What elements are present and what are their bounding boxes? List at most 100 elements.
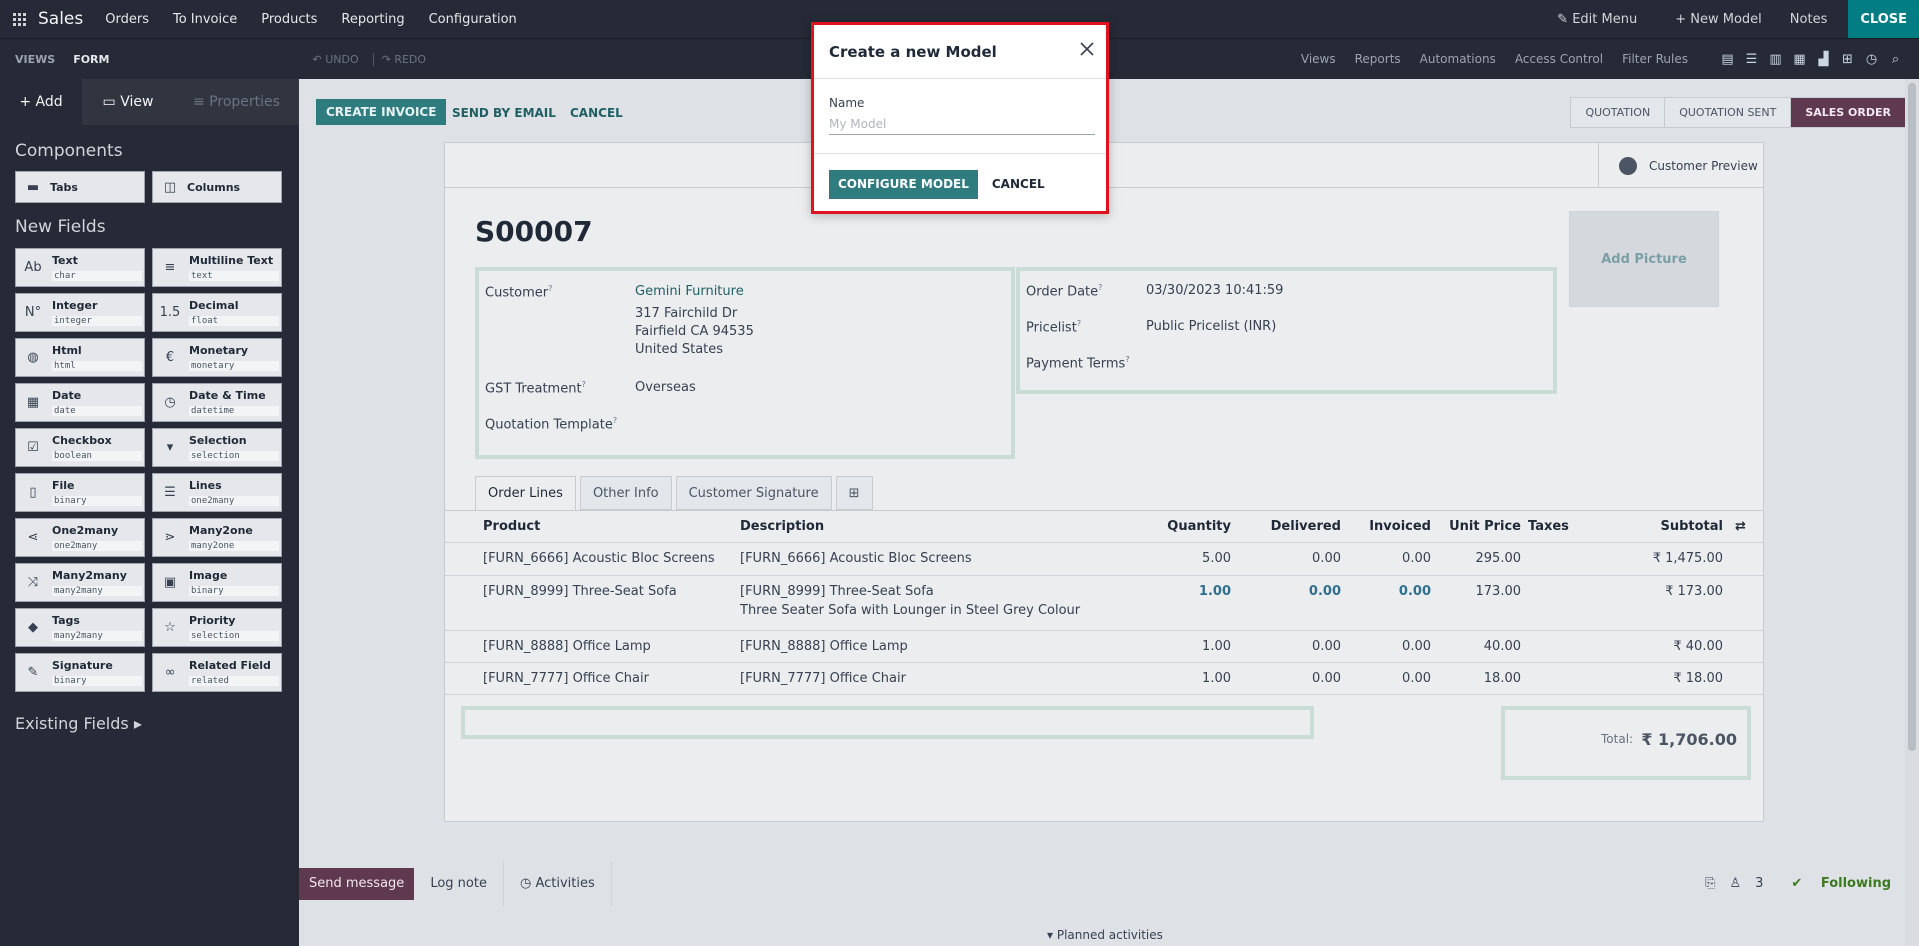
field-tags[interactable]: ◆ Tags many2many — [15, 608, 145, 647]
field-date[interactable]: ▦ Date date — [15, 383, 145, 422]
order-date-field[interactable]: Order Date? — [1026, 283, 1102, 299]
tab-order-lines[interactable]: Order Lines — [475, 476, 576, 510]
add-picture-button[interactable]: Add Picture — [1569, 211, 1719, 307]
line-invoiced[interactable]: 0.00 — [1345, 551, 1431, 566]
line-product[interactable]: [FURN_8999] Three-Seat Sofa — [483, 584, 677, 599]
column-settings-icon[interactable]: ⇄ — [1735, 519, 1746, 534]
col-description[interactable]: Description — [740, 519, 824, 534]
send-by-email-button[interactable]: SEND BY EMAIL — [452, 106, 556, 120]
customer-preview-button[interactable]: Customer Preview — [1598, 143, 1763, 188]
configure-model-button[interactable]: CONFIGURE MODEL — [829, 169, 978, 199]
sidebar-tab-view[interactable]: ▭ View — [82, 79, 174, 125]
tab-views[interactable]: VIEWS — [15, 53, 55, 66]
table-row[interactable]: [FURN_7777] Office Chair [FURN_7777] Offi… — [445, 663, 1763, 695]
field-date-time[interactable]: ◷ Date & Time datetime — [152, 383, 282, 422]
status-sales-order[interactable]: SALES ORDER — [1791, 98, 1905, 127]
model-name-input[interactable] — [829, 114, 1095, 135]
field-integer[interactable]: N° Integer integer — [15, 293, 145, 332]
line-product[interactable]: [FURN_6666] Acoustic Bloc Screens — [483, 551, 715, 566]
following-button[interactable]: ✔ Following — [1791, 876, 1905, 891]
new-model-button[interactable]: + New Model — [1675, 12, 1762, 27]
col-delivered[interactable]: Delivered — [1245, 519, 1341, 534]
sidebar-tab-properties[interactable]: ≡ Properties — [174, 79, 299, 125]
line-product[interactable]: [FURN_8888] Office Lamp — [483, 639, 651, 654]
field-monetary[interactable]: € Monetary monetary — [152, 338, 282, 377]
field-selection[interactable]: ▾ Selection selection — [152, 428, 282, 467]
line-description[interactable]: [FURN_6666] Acoustic Bloc Screens — [740, 551, 972, 566]
line-description-detail[interactable]: Three Seater Sofa with Lounger in Steel … — [740, 603, 1080, 618]
order-date-value[interactable]: 03/30/2023 10:41:59 — [1146, 283, 1283, 298]
activity-view-icon[interactable]: ◷ — [1865, 52, 1878, 67]
status-quotation-sent[interactable]: QUOTATION SENT — [1665, 98, 1792, 127]
calendar-view-icon[interactable]: ▦ — [1793, 52, 1806, 67]
component-columns[interactable]: ◫ Columns — [152, 171, 282, 203]
menu-reporting[interactable]: Reporting — [341, 12, 404, 27]
followers-button[interactable]: ♙ 3 — [1729, 876, 1777, 891]
menu-orders[interactable]: Orders — [105, 12, 149, 27]
link-reports[interactable]: Reports — [1355, 52, 1401, 66]
attachment-icon[interactable]: ⎘ — [1705, 876, 1715, 891]
gst-treatment-field[interactable]: GST Treatment? — [485, 380, 586, 396]
line-unit-price[interactable]: 18.00 — [1435, 671, 1521, 686]
line-unit-price[interactable]: 295.00 — [1435, 551, 1522, 566]
line-delivered[interactable]: 0.00 — [1245, 671, 1341, 686]
line-unit-price[interactable]: 40.00 — [1435, 639, 1521, 654]
cancel-order-button[interactable]: CANCEL — [570, 106, 623, 120]
field-one2many[interactable]: ⋖ One2many one2many — [15, 518, 145, 557]
line-quantity[interactable]: 1.00 — [1145, 671, 1231, 686]
search-view-icon[interactable]: ⌕ — [1889, 52, 1902, 67]
line-delivered[interactable]: 0.00 — [1245, 639, 1341, 654]
pivot-view-icon[interactable]: ⊞ — [1841, 52, 1854, 67]
menu-products[interactable]: Products — [261, 12, 317, 27]
line-invoiced[interactable]: 0.00 — [1345, 671, 1431, 686]
pricelist-value[interactable]: Public Pricelist (INR) — [1146, 319, 1276, 334]
line-delivered[interactable]: 0.00 — [1245, 584, 1341, 599]
graph-view-icon[interactable]: ▟ — [1817, 52, 1830, 67]
field-text[interactable]: Ab Text char — [15, 248, 145, 287]
table-row[interactable]: [FURN_6666] Acoustic Bloc Screens [FURN_6… — [445, 543, 1763, 576]
link-automations[interactable]: Automations — [1420, 52, 1496, 66]
col-subtotal[interactable]: Subtotal — [1595, 519, 1723, 534]
field-lines[interactable]: ☰ Lines one2many — [152, 473, 282, 512]
field-decimal[interactable]: 1.5 Decimal float — [152, 293, 282, 332]
field-signature[interactable]: ✎ Signature binary — [15, 653, 145, 692]
line-quantity[interactable]: 1.00 — [1145, 639, 1231, 654]
line-product[interactable]: [FURN_7777] Office Chair — [483, 671, 649, 686]
log-note-button[interactable]: Log note — [414, 861, 504, 906]
left-field-group[interactable]: Customer? Gemini Furniture 317 Fairchild… — [475, 267, 1015, 459]
activities-button[interactable]: ◷ Activities — [504, 861, 612, 906]
line-description[interactable]: [FURN_8888] Office Lamp — [740, 639, 908, 654]
link-access-control[interactable]: Access Control — [1515, 52, 1603, 66]
field-priority[interactable]: ☆ Priority selection — [152, 608, 282, 647]
undo-button[interactable]: ↶ UNDO — [312, 53, 358, 66]
tab-form[interactable]: FORM — [73, 53, 109, 66]
component-tabs[interactable]: ▬ Tabs — [15, 171, 145, 203]
dialog-cancel-button[interactable]: CANCEL — [992, 177, 1045, 191]
link-filter-rules[interactable]: Filter Rules — [1622, 52, 1688, 66]
app-brand[interactable]: Sales — [38, 9, 83, 29]
scrollbar[interactable] — [1905, 79, 1919, 946]
line-invoiced[interactable]: 0.00 — [1345, 584, 1431, 599]
close-icon[interactable] — [1078, 40, 1096, 58]
line-description[interactable]: [FURN_8999] Three-Seat Sofa — [740, 584, 934, 599]
close-studio-button[interactable]: CLOSE — [1848, 0, 1919, 38]
kanban-view-icon[interactable]: ▥ — [1769, 52, 1782, 67]
tab-customer-signature[interactable]: Customer Signature — [675, 476, 832, 510]
link-views[interactable]: Views — [1301, 52, 1336, 66]
field-many2one[interactable]: ⋗ Many2one many2one — [152, 518, 282, 557]
line-quantity[interactable]: 1.00 — [1145, 584, 1231, 599]
table-row[interactable]: [FURN_8888] Office Lamp [FURN_8888] Offic… — [445, 631, 1763, 663]
field-file[interactable]: ▯ File binary — [15, 473, 145, 512]
field-html[interactable]: ◍ Html html — [15, 338, 145, 377]
redo-button[interactable]: ↷ REDO — [372, 52, 426, 66]
add-tab-button[interactable]: ⊞ — [835, 476, 873, 510]
app-menu-icon[interactable] — [0, 0, 38, 38]
customer-field[interactable]: Customer? — [485, 284, 552, 300]
existing-fields-toggle[interactable]: Existing Fields ▸ — [15, 714, 299, 733]
customer-name[interactable]: Gemini Furniture — [635, 284, 744, 299]
status-quotation[interactable]: QUOTATION — [1571, 98, 1666, 127]
field-related-field[interactable]: ∞ Related Field related — [152, 653, 282, 692]
col-product[interactable]: Product — [483, 519, 540, 534]
pricelist-field[interactable]: Pricelist? — [1026, 319, 1081, 335]
planned-activities-toggle[interactable]: ▾ Planned activities — [1047, 928, 1163, 942]
